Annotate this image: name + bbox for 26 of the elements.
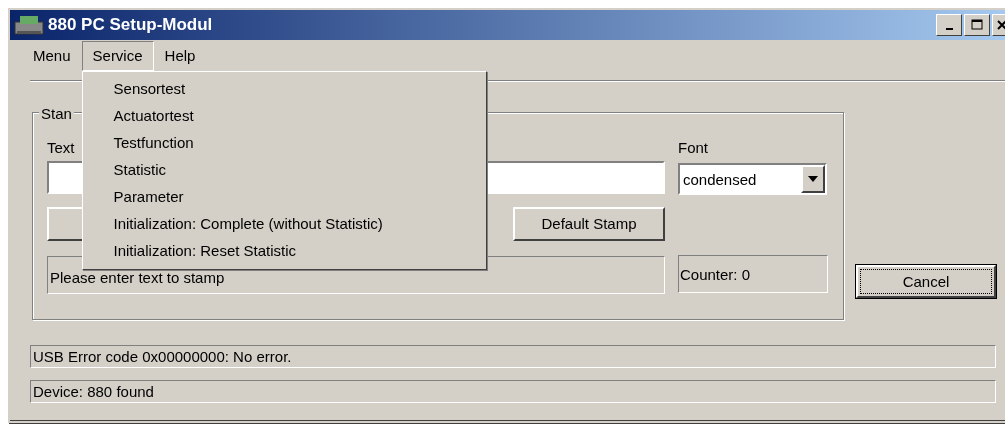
minimize-icon xyxy=(945,28,953,30)
message-text: Please enter text to stamp xyxy=(47,256,665,294)
field-label: Text xyxy=(47,139,75,156)
maximize-icon xyxy=(971,19,983,31)
maximize-button[interactable] xyxy=(964,14,990,36)
printer-icon xyxy=(14,13,44,37)
menu-item[interactable]: Service xyxy=(81,40,154,72)
status-text: USB Error code 0x00000000: No error. xyxy=(30,345,996,368)
minimize-button[interactable] xyxy=(936,14,962,36)
window-title: 880 PC Setup-Modul xyxy=(48,14,213,37)
menu-option[interactable]: Statistic xyxy=(82,157,486,185)
menu-option[interactable]: Parameter xyxy=(82,184,486,212)
counter-text: Counter: 0 xyxy=(678,255,828,293)
menu-item[interactable]: Help xyxy=(153,40,207,72)
font-dropdown[interactable]: condensed xyxy=(678,163,827,195)
menu-option[interactable]: Actuatortest xyxy=(82,103,486,131)
menu-option[interactable]: Sensortest xyxy=(82,76,486,104)
dropdown-arrow-icon xyxy=(808,176,818,182)
close-icon xyxy=(996,19,1005,31)
field-label: Font xyxy=(678,139,708,156)
status-text: Device: 880 found xyxy=(30,380,996,403)
menu-option[interactable]: Testfunction xyxy=(82,130,486,158)
cancel-button[interactable]: Cancel xyxy=(856,265,996,298)
menu-option[interactable]: Initialization: Complete (without Statistic) xyxy=(82,211,486,239)
menu-item[interactable]: Menu xyxy=(22,40,82,72)
default-stamp-button[interactable]: Default Stamp xyxy=(513,207,665,241)
